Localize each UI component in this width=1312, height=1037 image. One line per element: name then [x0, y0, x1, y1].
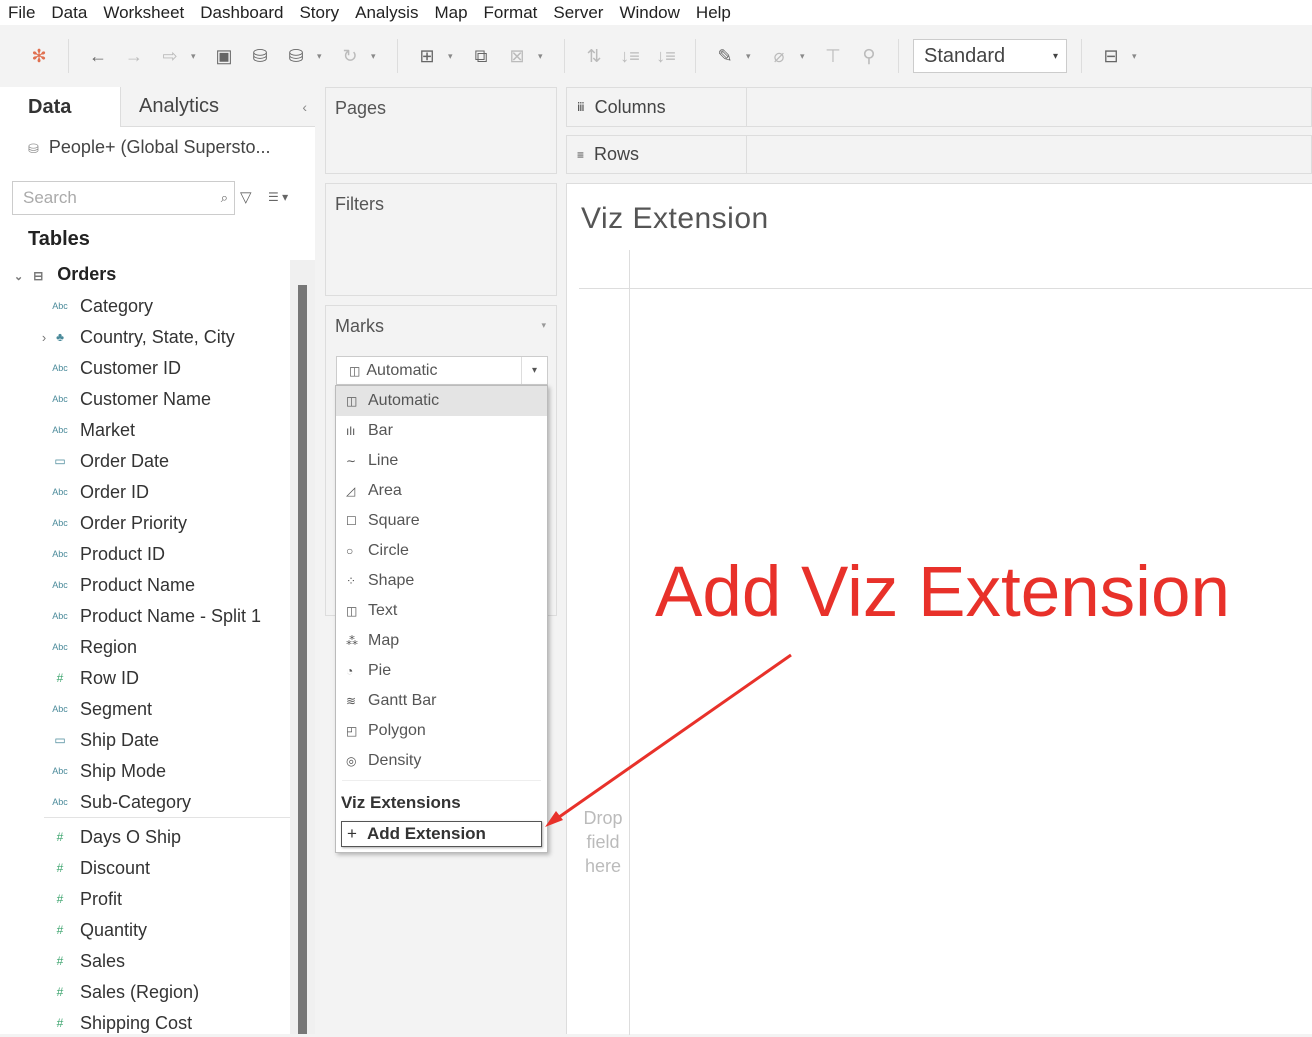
- arrow-shaft: [551, 653, 792, 824]
- arrow-head: [545, 811, 563, 827]
- annotation-arrow: [545, 653, 792, 827]
